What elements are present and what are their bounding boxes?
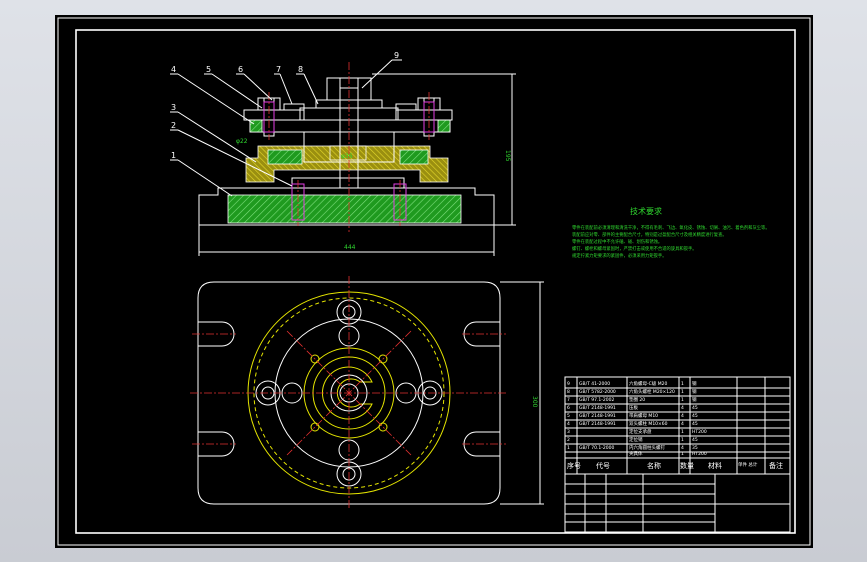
bom-cell-qty: 1: [681, 381, 684, 387]
hdr-qty: 数量: [680, 461, 694, 470]
balloon-3: 3: [171, 103, 176, 112]
hdr-material: 材料: [708, 461, 722, 470]
hdr-note: 备注: [769, 461, 783, 470]
support-disc-top-right: [399, 149, 429, 165]
bom-cell-name: 定位销: [629, 436, 643, 443]
dim-small-b: φ36: [341, 153, 353, 160]
balloon-4: 4: [171, 65, 176, 74]
bom-cell-code: GB/T 2148-1991: [579, 413, 616, 419]
tech-line-1: 零件在装配前必须清理和清洗干净，不得有毛刺、飞边、氧化皮、锈蚀、切屑、油污、着色…: [572, 224, 770, 231]
locating-flange-hatch-left: [249, 119, 263, 133]
bom-cell-material: 45: [692, 405, 698, 411]
hdr-name: 名称: [647, 461, 661, 470]
support-disc-top: [267, 149, 303, 165]
hdr-no: 序号: [567, 461, 581, 470]
title-block: 9 GB/T 41-2000 六角螺母-C级 M20 1 钢 8 GB/T 5782-200…: [564, 376, 791, 533]
bom-cell-no: 7: [567, 397, 570, 403]
bom-cell-qty: 1: [681, 397, 684, 403]
plan-view: 300: [190, 276, 544, 510]
balloon-8: 8: [298, 65, 303, 74]
bom-cell-no: 6: [567, 405, 570, 411]
bom-cell-name: 带肩螺母 M10: [629, 412, 658, 419]
bom-cell-qty: 4: [681, 413, 684, 419]
bom-rows: 9 GB/T 41-2000 六角螺母-C级 M20 1 钢 8 GB/T 5782-200…: [567, 380, 707, 457]
bom-cell-code: GB/T 97.1-2002: [579, 397, 615, 403]
left-knob: [283, 103, 305, 111]
locating-flange: [249, 119, 451, 133]
bom-cell-qty: 1: [681, 389, 684, 395]
bom-cell-material: 45: [692, 437, 698, 443]
bom-cell-qty: 4: [681, 445, 684, 451]
bom-cell-name: 垫圈 20: [629, 396, 645, 403]
bom-cell-material: 钢: [692, 396, 697, 403]
bom-cell-no: 8: [567, 389, 570, 395]
bom-cell-code: GB/T 2148-1991: [579, 421, 616, 427]
bom-cell-no: 4: [567, 421, 570, 427]
locating-flange-hatch-right: [437, 119, 451, 133]
hdr-code: 代号: [596, 461, 610, 470]
bom-header: 序号 代号 名称 数量 材料 单件 总计 备注: [567, 461, 783, 470]
cad-drawing: 444 195 φ22 φ36 4 5 6 7 8 9 3 2 1 300 技术…: [57, 17, 811, 546]
bom-cell-material: 45: [692, 421, 698, 427]
cad-viewport: 444 195 φ22 φ36 4 5 6 7 8 9 3 2 1 300 技术…: [0, 0, 867, 562]
bom-cell-code: GB/T 41-2000: [579, 381, 610, 387]
bom-cell-qty: 1: [681, 451, 684, 457]
bom-cell-material: 35: [692, 445, 698, 451]
bom-cell-qty: 4: [681, 421, 684, 427]
right-knob: [395, 103, 417, 111]
bom-cell-no: 9: [567, 381, 570, 387]
base-body-section: [227, 194, 462, 224]
tech-line-3: 零件在装配过程中不允许磕、碰、划伤和锈蚀。: [572, 238, 662, 245]
front-section-view: 444 195 φ22 φ36: [198, 62, 516, 256]
bom-cell-material: HT200: [692, 451, 707, 457]
tech-line-2: 装配前应对零、部件的主要配合尺寸，特别是过盈配合尺寸及相关精度进行复查。: [572, 231, 727, 238]
bom-cell-code: GB/T 5782-2000: [579, 389, 616, 395]
balloon-2: 2: [171, 121, 176, 130]
bom-cell-name: 六角头螺栓 M20×120: [629, 388, 675, 395]
bom-cell-no: 3: [567, 429, 570, 435]
bom-cell-name: 六角螺母-C级 M20: [629, 380, 667, 387]
bom-cell-name: 内六角圆柱头螺钉: [629, 444, 665, 451]
bom-cell-no: 1: [567, 445, 570, 451]
bom-cell-code: GB/T 70.1-2000: [579, 445, 615, 451]
bom-cell-code: GB/T 2148-1991: [579, 405, 616, 411]
bom-cell-name: 压板: [629, 404, 638, 411]
bom-cell-name: 定位支承盘: [629, 428, 652, 435]
bom-cell-material: 钢: [692, 388, 697, 395]
chip-groove: [291, 177, 405, 189]
tech-line-5: 规定拧紧力矩要求的紧固件，必须采用力矩扳手。: [572, 252, 667, 259]
dim-plan-height: 300: [531, 396, 538, 408]
balloon-1: 1: [171, 151, 176, 160]
part-balloons: 4 5 6 7 8 9 3 2 1: [170, 51, 402, 197]
bom-cell-name: 双头螺柱 M10×60: [629, 420, 668, 427]
tech-title: 技术要求: [630, 206, 662, 216]
dim-small-a: φ22: [236, 138, 248, 145]
bom-cell-material: 45: [692, 413, 698, 419]
tech-line-4: 螺钉、螺栓和螺母紧固时，严禁打击或使用不合适的旋具和扳手。: [572, 245, 697, 252]
bom-cell-material: 钢: [692, 380, 697, 387]
bom-cell-no: 5: [567, 413, 570, 419]
dim-height: 195: [504, 150, 511, 162]
bom-cell-qty: 4: [681, 405, 684, 411]
balloon-9: 9: [394, 51, 399, 60]
bom-cell-material: HT200: [692, 429, 707, 435]
bom-cell-no: 2: [567, 437, 570, 443]
dim-overall-length: 444: [344, 244, 356, 251]
bom-cell-qty: 1: [681, 437, 684, 443]
technical-requirements: 技术要求 零件在装配前必须清理和清洗干净，不得有毛刺、飞边、氧化皮、锈蚀、切屑、…: [572, 206, 770, 259]
bom-cell-qty: 1: [681, 429, 684, 435]
balloon-6: 6: [238, 65, 243, 74]
balloon-7: 7: [276, 65, 281, 74]
bom-cell-name: 夹具体: [629, 450, 643, 457]
balloon-5: 5: [206, 65, 211, 74]
hdr-weight: 单件 总计: [738, 461, 758, 468]
drawing-sheet[interactable]: 444 195 φ22 φ36 4 5 6 7 8 9 3 2 1 300 技术…: [55, 15, 813, 548]
